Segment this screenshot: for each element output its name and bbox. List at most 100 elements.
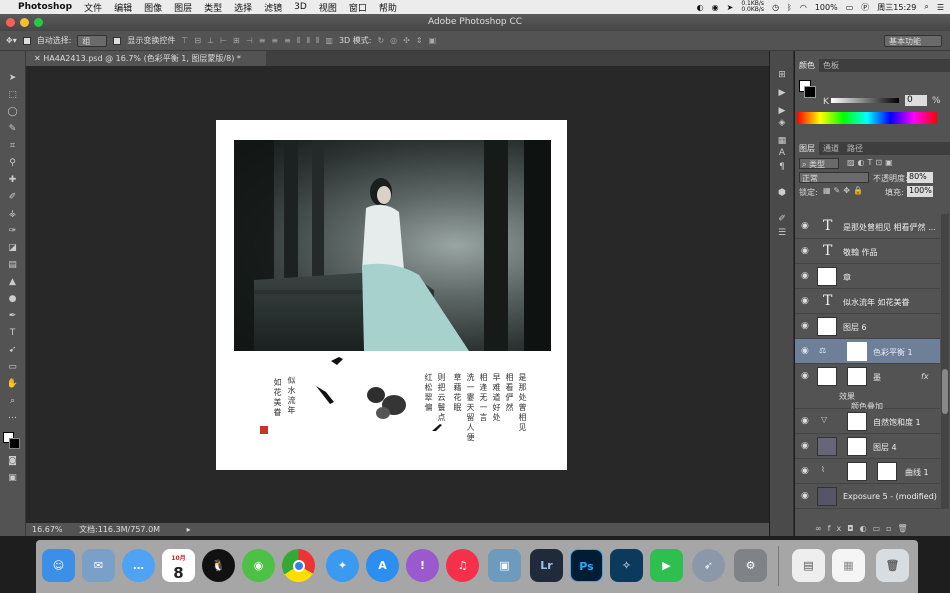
facetime-icon[interactable]: ▶: [650, 549, 683, 582]
move-tool-icon[interactable]: ➤: [4, 71, 21, 86]
messages-icon[interactable]: …: [122, 549, 155, 582]
document-tab[interactable]: ✕ HA4A2413.psd @ 16.7% (色彩平衡 1, 图层蒙版/8) …: [26, 51, 266, 66]
menu-type[interactable]: 类型: [204, 1, 222, 14]
hand-tool-icon[interactable]: ✋: [4, 377, 21, 392]
lasso-tool-icon[interactable]: ◯: [4, 105, 21, 120]
spotlight-icon[interactable]: ⌕: [924, 2, 928, 12]
menu-window[interactable]: 窗口: [349, 1, 367, 14]
input-method-icon[interactable]: Ⓟ: [861, 2, 869, 13]
photo-app-icon[interactable]: ▣: [488, 549, 521, 582]
shape-tool-icon[interactable]: ▭: [4, 360, 21, 375]
layer-mask-thumbnail[interactable]: [847, 367, 867, 386]
align-bottom-icon[interactable]: ⊥: [207, 36, 214, 46]
pen-tool-icon[interactable]: ✒: [4, 309, 21, 324]
wifi-icon[interactable]: ◠: [800, 3, 807, 12]
wechat-icon[interactable]: ◉: [242, 549, 275, 582]
show-transform-checkbox[interactable]: [113, 36, 122, 45]
bluetooth-icon[interactable]: ᛒ: [787, 3, 792, 12]
tab-paths[interactable]: 路径: [843, 142, 867, 155]
auto-align-icon[interactable]: ▥: [325, 36, 333, 46]
layer-row[interactable]: ◉ 图层 6: [795, 314, 940, 339]
visibility-eye-icon[interactable]: ◉: [801, 246, 809, 256]
battery-icon[interactable]: ▭: [846, 3, 854, 12]
link-layers-icon[interactable]: ∞: [815, 524, 828, 533]
layer-row[interactable]: ◉ ⌇ 曲线 1: [795, 459, 940, 484]
visibility-eye-icon[interactable]: ◉: [801, 271, 809, 281]
more-tools-icon[interactable]: …: [4, 409, 21, 424]
opacity-field[interactable]: 80%: [907, 172, 933, 183]
qq-status-icon[interactable]: ◐: [697, 3, 704, 12]
battery-text[interactable]: 100%: [815, 3, 838, 12]
document-canvas[interactable]: 如花美眷 似水流年 是那处曾相见 相看俨然 早难道好处 相逢无一言 洗一霎天留人…: [216, 120, 567, 470]
new-layer-icon[interactable]: ▫: [886, 524, 897, 533]
system-preferences-icon[interactable]: ⚙: [734, 549, 767, 582]
layers-scrollbar[interactable]: [941, 214, 949, 509]
close-window-button[interactable]: [6, 18, 15, 27]
workspace-dropdown[interactable]: 基本功能: [884, 35, 942, 47]
wechat-status-icon[interactable]: ◉: [712, 3, 719, 12]
layer-row[interactable]: ◉ Exposure 5 - (modified): [795, 484, 940, 509]
layer-row[interactable]: ◉ ▽ 自然饱和度 1: [795, 409, 940, 434]
brush-presets-icon[interactable]: ✐: [775, 213, 789, 225]
layer-row[interactable]: ◉ 章: [795, 264, 940, 289]
visibility-eye-icon[interactable]: ◉: [801, 441, 809, 451]
visibility-eye-icon[interactable]: ◉: [801, 296, 809, 306]
layer-mask-thumbnail[interactable]: [847, 412, 867, 431]
distribute-hcenter-icon[interactable]: ⦀: [306, 36, 310, 46]
menu-edit[interactable]: 编辑: [114, 1, 132, 14]
visibility-eye-icon[interactable]: ◉: [801, 321, 809, 331]
eraser-tool-icon[interactable]: ◪: [4, 241, 21, 256]
itunes-icon[interactable]: ♫: [446, 549, 479, 582]
play-actions-icon[interactable]: ▶: [775, 87, 789, 99]
layer-row-selected[interactable]: ◉ ⚖ 色彩平衡 1: [795, 339, 940, 364]
screen-mode-icon[interactable]: ▣: [4, 471, 21, 486]
quick-select-tool-icon[interactable]: ✎: [4, 122, 21, 137]
marquee-tool-icon[interactable]: ⬚: [4, 88, 21, 103]
safari-icon[interactable]: ✦: [326, 549, 359, 582]
zoom-level[interactable]: 16.67%: [32, 525, 63, 534]
visibility-eye-icon[interactable]: ◉: [801, 346, 809, 356]
align-top-icon[interactable]: ⊤: [181, 36, 188, 46]
move-tool-preset-icon[interactable]: ✥▾: [6, 36, 17, 45]
auto-select-checkbox[interactable]: [22, 36, 31, 45]
documents-stack-icon[interactable]: ▦: [832, 549, 865, 582]
info-panel-icon[interactable]: ▦: [775, 135, 789, 147]
lock-icons[interactable]: ▦✎✥🔒: [823, 186, 866, 195]
menu-select[interactable]: 选择: [234, 1, 252, 14]
menu-3d[interactable]: 3D: [294, 2, 307, 12]
status-menu-arrow-icon[interactable]: ▸: [187, 525, 191, 534]
tab-color[interactable]: 颜色: [795, 59, 819, 72]
crop-tool-icon[interactable]: ⌗: [4, 139, 21, 154]
color-spectrum-bar[interactable]: [797, 112, 937, 124]
filter-icons[interactable]: ▨◐T⊡▣: [847, 158, 896, 167]
layer-mask-thumbnail[interactable]: [847, 437, 867, 456]
visibility-eye-icon[interactable]: ◉: [801, 466, 809, 476]
distribute-bottom-icon[interactable]: ≡: [284, 36, 291, 46]
visibility-eye-icon[interactable]: ◉: [801, 491, 809, 501]
blend-mode-dropdown[interactable]: 正常: [799, 172, 869, 183]
delete-layer-icon[interactable]: 🗑: [898, 524, 914, 533]
time-machine-icon[interactable]: ◷: [772, 3, 779, 12]
3d-rotate-icon[interactable]: ↻: [377, 36, 384, 45]
auto-select-dropdown[interactable]: 组: [77, 34, 108, 47]
layer-row[interactable]: ◉ 墨 fx 效果 颜色叠加: [795, 364, 940, 411]
align-right-icon[interactable]: ⊣: [246, 36, 253, 46]
clone-stamp-tool-icon[interactable]: ⚶: [4, 207, 21, 222]
clock[interactable]: 周三15:29: [877, 2, 916, 13]
paragraph-panel-icon[interactable]: ¶: [775, 161, 789, 173]
tab-swatches[interactable]: 色板: [819, 59, 843, 72]
zoom-window-button[interactable]: [34, 18, 43, 27]
layer-row[interactable]: ◉ T 是那处曾相见 相看俨然 ...: [795, 214, 940, 239]
path-select-tool-icon[interactable]: ➹: [4, 343, 21, 358]
menu-file[interactable]: 文件: [84, 1, 102, 14]
layer-row[interactable]: ◉ 图层 4: [795, 434, 940, 459]
dodge-tool-icon[interactable]: ●: [4, 292, 21, 307]
character-panel-icon[interactable]: A: [775, 147, 789, 159]
history-brush-tool-icon[interactable]: ✑: [4, 224, 21, 239]
layer-mask-thumbnail[interactable]: [847, 462, 867, 481]
distribute-right-icon[interactable]: ⦀: [316, 36, 320, 46]
menu-filter[interactable]: 滤镜: [264, 1, 282, 14]
3d-scale-icon[interactable]: ▣: [429, 36, 437, 45]
send-status-icon[interactable]: ➤: [727, 3, 734, 12]
menu-help[interactable]: 帮助: [379, 1, 397, 14]
